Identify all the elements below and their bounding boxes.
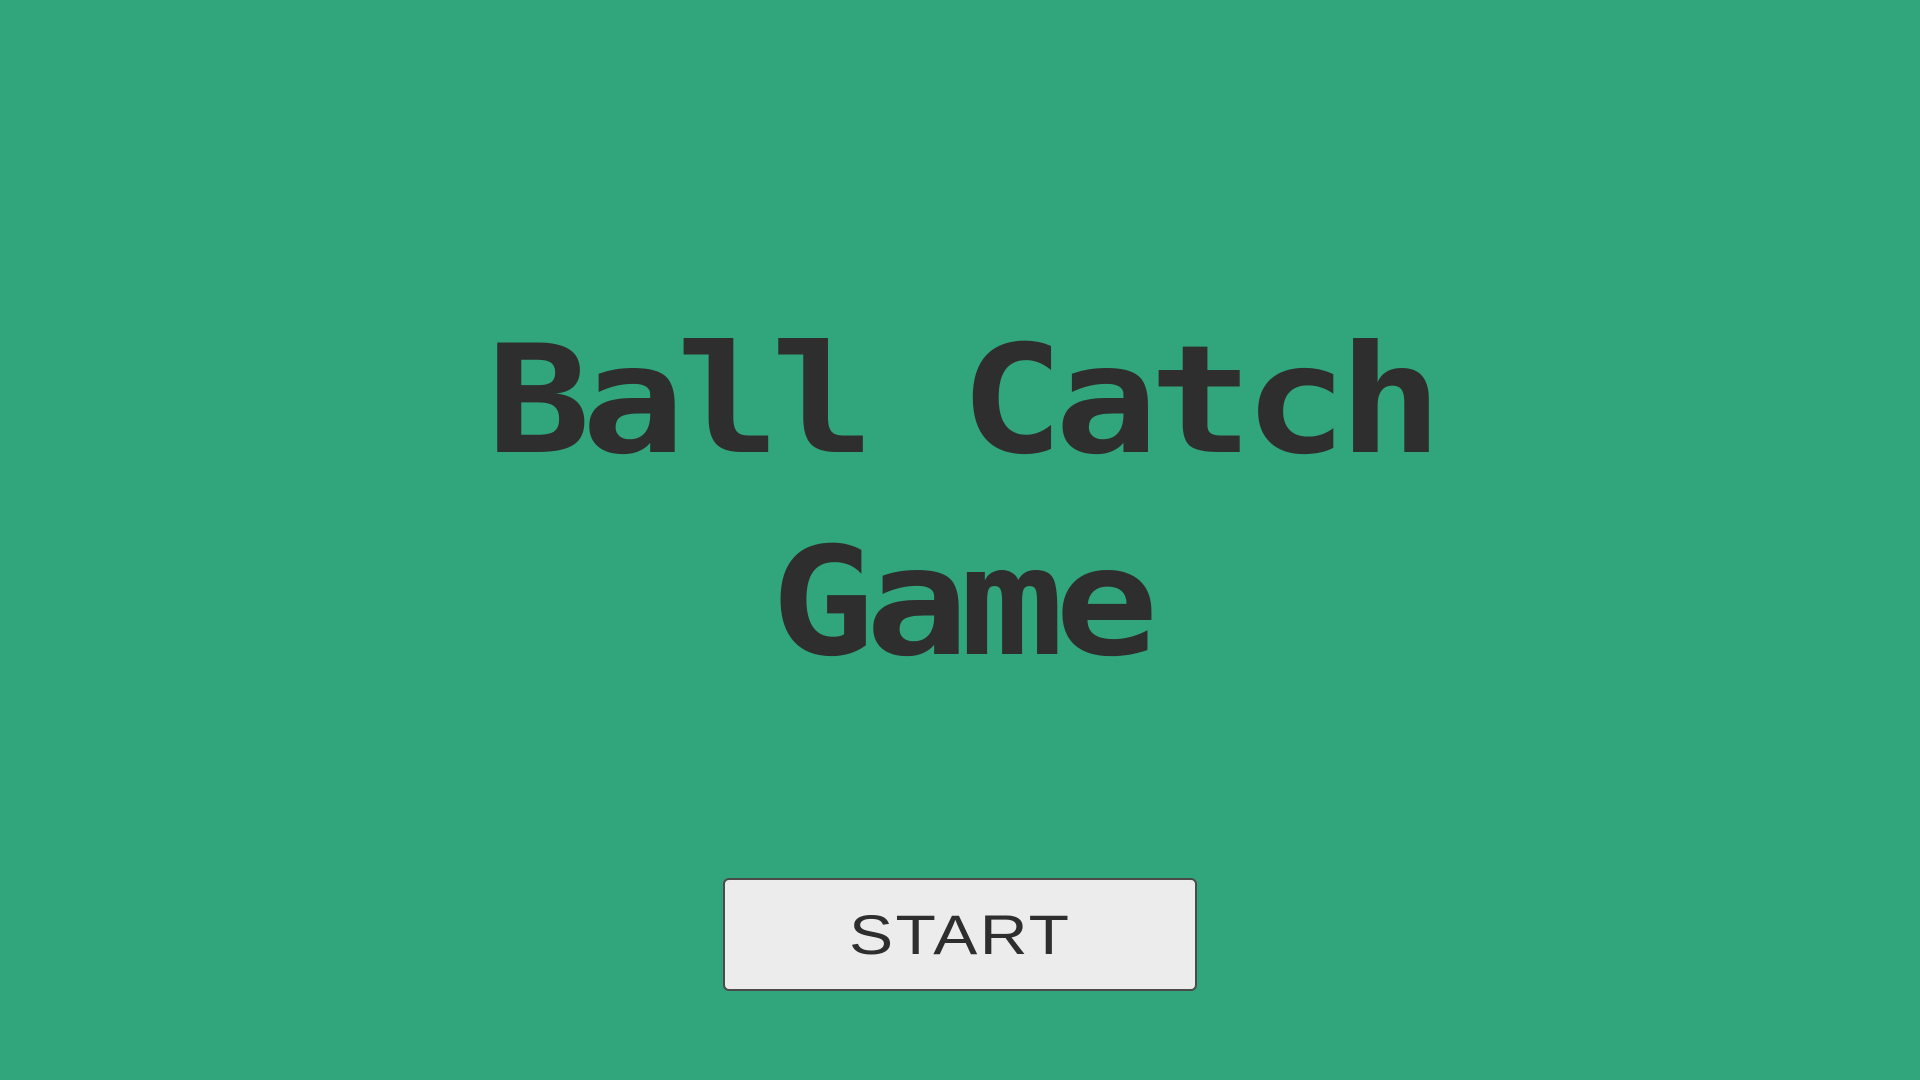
game-title: Ball Catch Game <box>385 300 1535 704</box>
start-button-label: START <box>848 903 1072 966</box>
start-button[interactable]: START <box>723 878 1197 991</box>
title-screen: Ball Catch Game START <box>0 0 1920 1080</box>
game-title-line-1: Ball Catch <box>486 314 1443 488</box>
game-title-line-2: Game <box>770 516 1159 690</box>
